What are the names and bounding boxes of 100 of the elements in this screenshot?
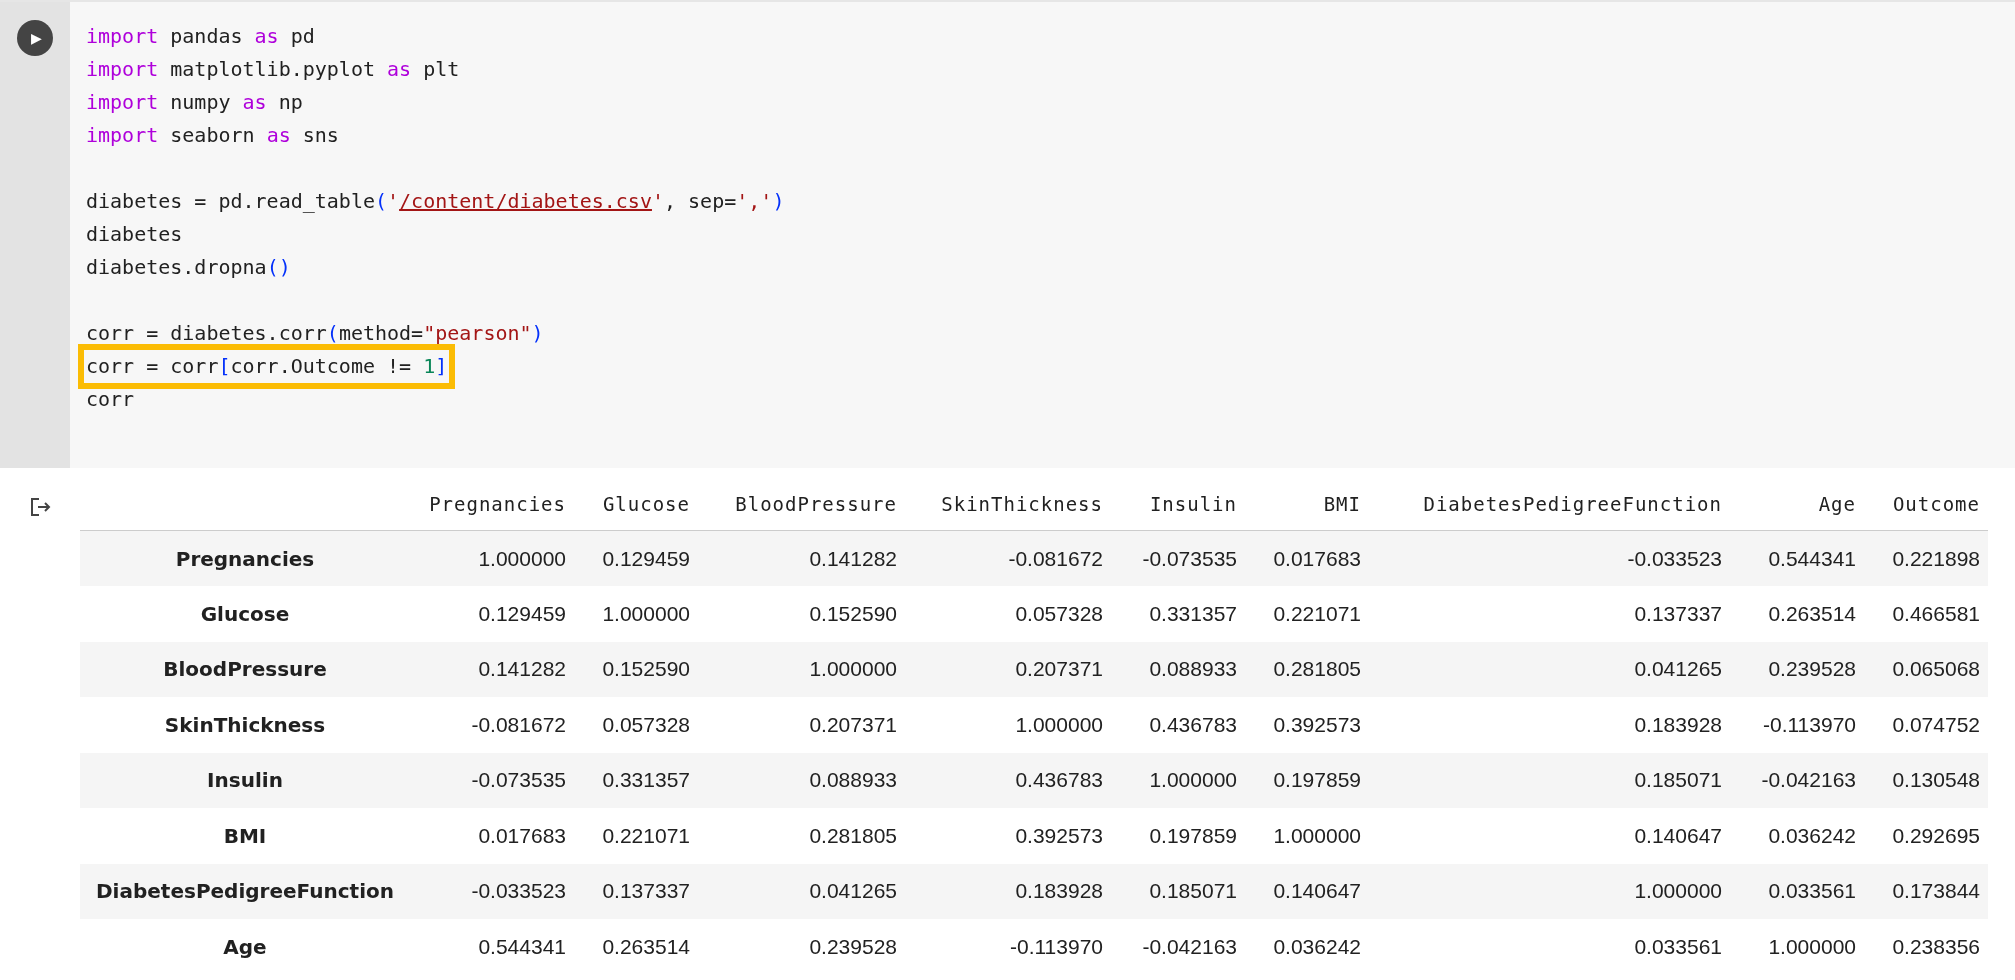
table-cell: 1.000000	[698, 641, 905, 697]
row-header: Age	[80, 919, 410, 975]
table-cell: 0.207371	[698, 697, 905, 753]
table-cell: 0.392573	[905, 808, 1111, 864]
table-cell: 0.173844	[1864, 863, 1988, 919]
row-header: Insulin	[80, 752, 410, 808]
table-cell: 0.281805	[698, 808, 905, 864]
column-header: BloodPressure	[698, 478, 905, 531]
column-header: Age	[1730, 478, 1864, 531]
table-cell: 0.033561	[1730, 863, 1864, 919]
table-cell: 0.221071	[574, 808, 698, 864]
table-cell: 0.207371	[905, 641, 1111, 697]
table-cell: 1.000000	[410, 530, 574, 586]
code-line: diabetes.dropna()	[85, 254, 292, 281]
table-cell: 0.221898	[1864, 530, 1988, 586]
table-cell: 0.239528	[1730, 641, 1864, 697]
row-header: BMI	[80, 808, 410, 864]
table-cell: 0.088933	[1111, 641, 1245, 697]
table-cell: 0.544341	[1730, 530, 1864, 586]
table-cell: -0.081672	[905, 530, 1111, 586]
table-cell: 1.000000	[1730, 919, 1864, 975]
table-cell: 0.074752	[1864, 697, 1988, 753]
table-cell: 0.129459	[410, 586, 574, 642]
table-cell: 0.436783	[1111, 697, 1245, 753]
table-cell: 1.000000	[905, 697, 1111, 753]
row-header: SkinThickness	[80, 697, 410, 753]
table-cell: 0.152590	[698, 586, 905, 642]
table-cell: 0.088933	[698, 752, 905, 808]
table-cell: 0.137337	[574, 863, 698, 919]
row-header: Glucose	[80, 586, 410, 642]
table-cell: 0.141282	[698, 530, 905, 586]
table-cell: 1.000000	[1111, 752, 1245, 808]
column-header: SkinThickness	[905, 478, 1111, 531]
table-cell: 0.129459	[574, 530, 698, 586]
table-cell: 0.436783	[905, 752, 1111, 808]
code-line: diabetes	[85, 221, 184, 248]
table-cell: 0.017683	[1245, 530, 1369, 586]
table-cell: 0.331357	[574, 752, 698, 808]
table-cell: 0.057328	[574, 697, 698, 753]
code-line: import numpy as np	[85, 89, 304, 116]
table-cell: 0.392573	[1245, 697, 1369, 753]
table-cell: -0.042163	[1730, 752, 1864, 808]
table-cell: 0.263514	[574, 919, 698, 975]
table-cell: 0.292695	[1864, 808, 1988, 864]
column-header: BMI	[1245, 478, 1369, 531]
table-cell: 0.041265	[698, 863, 905, 919]
table-cell: 0.036242	[1730, 808, 1864, 864]
table-cell: 0.197859	[1111, 808, 1245, 864]
run-button[interactable]: ▶	[17, 20, 53, 56]
table-cell: 0.017683	[410, 808, 574, 864]
table-cell: 0.137337	[1369, 586, 1730, 642]
table-cell: -0.081672	[410, 697, 574, 753]
column-header: DiabetesPedigreeFunction	[1369, 478, 1730, 531]
row-header: DiabetesPedigreeFunction	[80, 863, 410, 919]
table-cell: 0.130548	[1864, 752, 1988, 808]
column-header: Outcome	[1864, 478, 1988, 531]
table-cell: 0.141282	[410, 641, 574, 697]
code-line: corr = diabetes.corr(method="pearson")	[85, 320, 545, 347]
table-cell: 0.140647	[1245, 863, 1369, 919]
table-cell: -0.033523	[410, 863, 574, 919]
table-cell: 1.000000	[1245, 808, 1369, 864]
table-cell: 0.331357	[1111, 586, 1245, 642]
table-cell: 0.140647	[1369, 808, 1730, 864]
table-cell: 0.263514	[1730, 586, 1864, 642]
table-cell: 0.185071	[1369, 752, 1730, 808]
table-cell: 0.281805	[1245, 641, 1369, 697]
table-cell: 0.036242	[1245, 919, 1369, 975]
table-cell: 0.065068	[1864, 641, 1988, 697]
column-header: Pregnancies	[410, 478, 574, 531]
code-line: corr	[85, 386, 136, 413]
table-cell: 0.185071	[1111, 863, 1245, 919]
table-cell: -0.113970	[905, 919, 1111, 975]
table-cell: -0.033523	[1369, 530, 1730, 586]
table-cell: 0.466581	[1864, 586, 1988, 642]
code-line: diabetes = pd.read_table('/content/diabetes.csv', sep=',')	[85, 188, 786, 215]
table-cell: -0.073535	[1111, 530, 1245, 586]
column-header: Insulin	[1111, 478, 1245, 531]
table-cell: 0.197859	[1245, 752, 1369, 808]
output-icon[interactable]	[29, 496, 51, 518]
table-cell: 0.041265	[1369, 641, 1730, 697]
table-cell: 0.033561	[1369, 919, 1730, 975]
table-cell: -0.042163	[1111, 919, 1245, 975]
table-cell: 0.221071	[1245, 586, 1369, 642]
table-cell: 1.000000	[1369, 863, 1730, 919]
table-cell: 0.238356	[1864, 919, 1988, 975]
row-header: Pregnancies	[80, 530, 410, 586]
table-cell: 0.152590	[574, 641, 698, 697]
code-line: import matplotlib.pyplot as plt	[85, 56, 461, 83]
code-line: import pandas as pd	[85, 23, 316, 50]
table-cell: 0.183928	[905, 863, 1111, 919]
row-header: BloodPressure	[80, 641, 410, 697]
table-cell: -0.113970	[1730, 697, 1864, 753]
table-cell: 0.239528	[698, 919, 905, 975]
table-cell: 0.183928	[1369, 697, 1730, 753]
table-cell: 0.057328	[905, 586, 1111, 642]
column-header: Glucose	[574, 478, 698, 531]
table-cell: 1.000000	[574, 586, 698, 642]
table-cell: 0.544341	[410, 919, 574, 975]
code-line: import seaborn as sns	[85, 122, 340, 149]
table-cell: -0.073535	[410, 752, 574, 808]
